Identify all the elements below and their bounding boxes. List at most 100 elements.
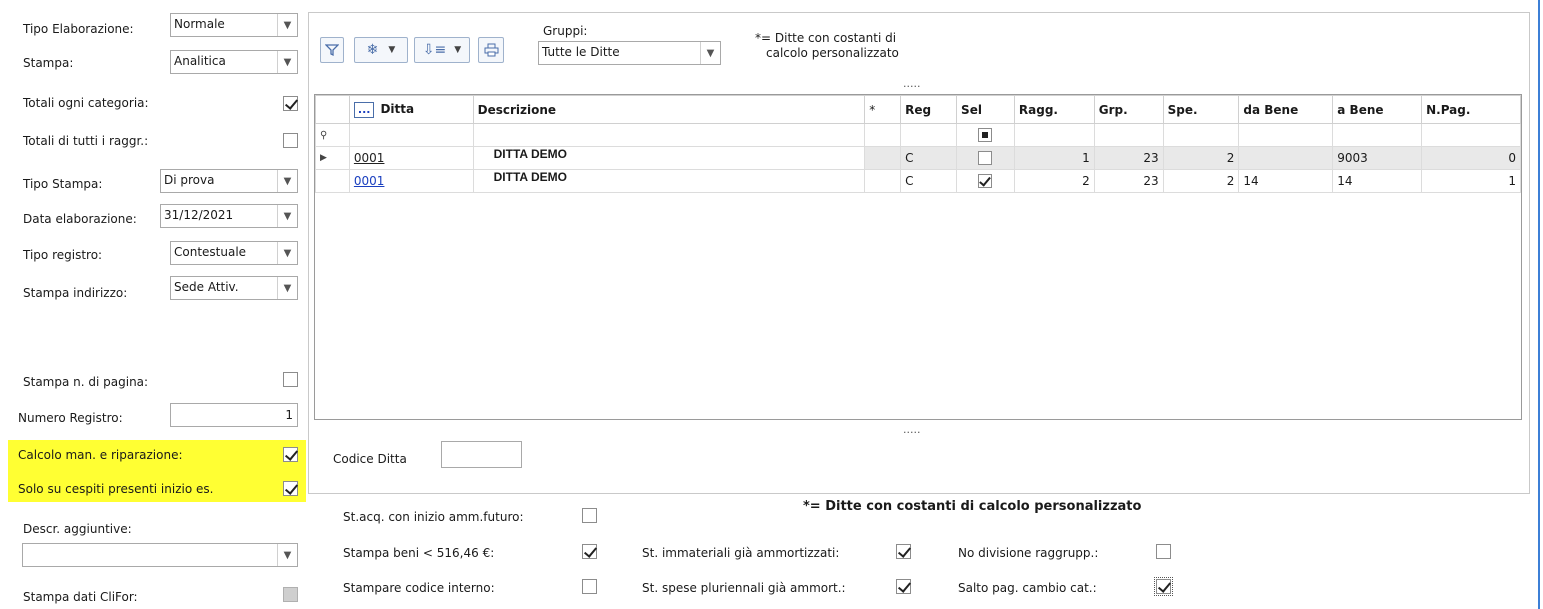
table-row[interactable]: ▶ 0001 DITTA DEMO C 1 23 2 9003 0 — [315, 146, 1521, 170]
stampare-codice-checkbox[interactable] — [582, 579, 597, 594]
ditta-link[interactable]: 0001 — [354, 174, 385, 188]
totali-raggr-checkbox[interactable] — [283, 133, 298, 148]
solo-cespiti-checkbox[interactable] — [283, 481, 298, 496]
numero-registro-input[interactable]: 1 — [170, 403, 298, 427]
chevron-down-icon[interactable]: ▼ — [277, 170, 297, 192]
row-indicator[interactable]: ▶ — [315, 146, 350, 170]
col-spe[interactable]: Spe. — [1162, 95, 1240, 124]
col-sel[interactable]: Sel — [956, 95, 1015, 124]
column-chooser-button[interactable]: ... — [353, 101, 375, 118]
cell-ragg[interactable]: 1 — [1013, 146, 1095, 170]
chevron-down-icon[interactable]: ▼ — [277, 242, 297, 264]
stampa-indirizzo-label: Stampa indirizzo: — [23, 286, 128, 300]
chevron-down-icon[interactable]: ▼ — [277, 544, 297, 566]
col-descrizione[interactable]: Descrizione — [472, 95, 866, 124]
cell-ditta[interactable]: 0001 — [348, 146, 474, 170]
cell-reg[interactable]: C — [900, 146, 958, 170]
window-edge — [1538, 0, 1540, 609]
st-acq-checkbox[interactable] — [582, 508, 597, 523]
cell-reg[interactable]: C — [900, 169, 958, 193]
cell-npag[interactable]: 0 — [1421, 146, 1521, 170]
st-immateriali-checkbox[interactable] — [896, 544, 911, 559]
col-ragg[interactable]: Ragg. — [1013, 95, 1095, 124]
row-indicator[interactable] — [315, 169, 350, 193]
stampa-combo[interactable]: Analitica ▼ — [170, 50, 298, 74]
tipo-registro-value: Contestuale — [174, 245, 247, 259]
table-row[interactable]: 0001 DITTA DEMO C 2 23 2 14 14 1 — [315, 169, 1521, 193]
calcolo-man-checkbox[interactable] — [283, 447, 298, 462]
filter-cell[interactable] — [1093, 123, 1164, 147]
data-elaborazione-combo[interactable]: 31/12/2021 ▼ — [160, 204, 298, 228]
col-ditta[interactable]: ... Ditta — [348, 95, 474, 124]
filter-cell[interactable] — [1013, 123, 1095, 147]
row-select-checkbox[interactable] — [978, 151, 993, 166]
cell-sel[interactable] — [956, 169, 1015, 193]
stampa-n-pagina-checkbox[interactable] — [283, 372, 298, 387]
filter-button[interactable] — [320, 37, 344, 63]
tipo-registro-combo[interactable]: Contestuale ▼ — [170, 241, 298, 265]
filter-cell[interactable] — [956, 123, 1015, 147]
col-da-bene[interactable]: da Bene — [1238, 95, 1334, 124]
gruppi-combo[interactable]: Tutte le Ditte ▼ — [538, 41, 721, 65]
snowflake-dropdown-button[interactable]: ❄ ▼ — [354, 37, 408, 63]
col-asterisk[interactable]: * — [864, 95, 902, 124]
splitter-bottom[interactable]: ..... — [903, 423, 920, 436]
filter-icon — [325, 44, 339, 57]
filter-cell[interactable] — [1238, 123, 1334, 147]
col-a-bene[interactable]: a Bene — [1332, 95, 1423, 124]
col-npag[interactable]: N.Pag. — [1421, 95, 1521, 124]
gruppi-label: Gruppi: — [543, 24, 588, 38]
st-spese-checkbox[interactable] — [896, 579, 911, 594]
tipo-stampa-combo[interactable]: Di prova ▼ — [160, 169, 298, 193]
select-all-checkbox[interactable] — [978, 128, 993, 143]
chevron-down-icon[interactable]: ▼ — [277, 51, 297, 73]
chevron-down-icon[interactable]: ▼ — [700, 42, 720, 64]
ditta-link[interactable]: 0001 — [354, 151, 385, 165]
col-reg[interactable]: Reg — [900, 95, 958, 124]
chevron-down-icon[interactable]: ▼ — [277, 205, 297, 227]
numero-registro-label: Numero Registro: — [18, 411, 123, 425]
cell-asterisk[interactable] — [864, 146, 902, 170]
no-divisione-checkbox[interactable] — [1156, 544, 1171, 559]
cell-descrizione[interactable]: DITTA DEMO — [472, 146, 866, 170]
filter-cell[interactable] — [1162, 123, 1240, 147]
cell-spe[interactable]: 2 — [1162, 169, 1240, 193]
filter-cell[interactable] — [900, 123, 958, 147]
sort-dropdown-button[interactable]: ⇩≡ ▼ — [414, 37, 470, 63]
pin-icon: ⚲ — [320, 129, 328, 141]
filter-cell[interactable] — [1421, 123, 1521, 147]
stampa-indirizzo-combo[interactable]: Sede Attiv. ▼ — [170, 276, 298, 300]
filter-cell[interactable] — [1332, 123, 1423, 147]
totali-categoria-checkbox[interactable] — [283, 96, 298, 111]
chevron-down-icon[interactable]: ▼ — [277, 14, 297, 36]
print-button[interactable] — [478, 37, 504, 63]
descr-aggiuntive-combo[interactable]: ▼ — [22, 543, 298, 567]
salto-pag-checkbox[interactable] — [1154, 577, 1173, 596]
filter-cell[interactable] — [864, 123, 902, 147]
cell-spe[interactable]: 2 — [1162, 146, 1240, 170]
gruppi-value: Tutte le Ditte — [542, 45, 620, 59]
row-select-checkbox[interactable] — [978, 174, 993, 189]
stampa-beni-checkbox[interactable] — [582, 544, 597, 559]
codice-ditta-input[interactable] — [441, 441, 522, 468]
cell-da-bene[interactable] — [1238, 146, 1334, 170]
col-grp[interactable]: Grp. — [1093, 95, 1164, 124]
cell-grp[interactable]: 23 — [1093, 146, 1164, 170]
cell-asterisk[interactable] — [864, 169, 902, 193]
chevron-down-icon: ▼ — [388, 45, 396, 55]
filter-cell[interactable] — [472, 123, 866, 147]
cell-npag[interactable]: 1 — [1421, 169, 1521, 193]
cell-da-bene[interactable]: 14 — [1238, 169, 1334, 193]
cell-a-bene[interactable]: 14 — [1332, 169, 1423, 193]
cell-grp[interactable]: 23 — [1093, 169, 1164, 193]
cell-sel[interactable] — [956, 146, 1015, 170]
descr-aggiuntive-label: Descr. aggiuntive: — [23, 522, 132, 536]
cell-a-bene[interactable]: 9003 — [1332, 146, 1423, 170]
splitter-top[interactable]: ..... — [903, 77, 920, 90]
cell-ragg[interactable]: 2 — [1013, 169, 1095, 193]
filter-cell[interactable] — [348, 123, 474, 147]
cell-ditta[interactable]: 0001 — [348, 169, 474, 193]
chevron-down-icon[interactable]: ▼ — [277, 277, 297, 299]
tipo-elaborazione-combo[interactable]: Normale ▼ — [170, 13, 298, 37]
cell-descrizione[interactable]: DITTA DEMO — [472, 169, 866, 193]
